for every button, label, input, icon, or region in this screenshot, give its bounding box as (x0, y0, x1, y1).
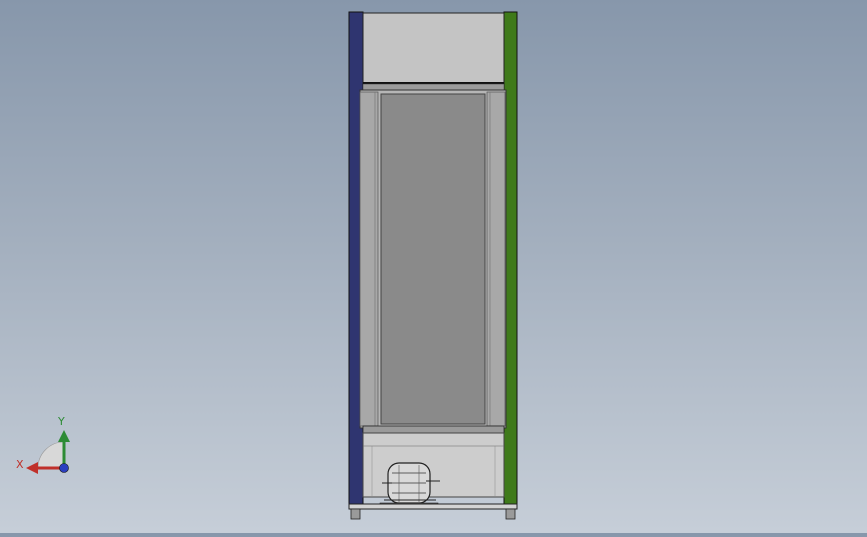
canopy-shadow-strip (362, 83, 505, 91)
left-foot (350, 508, 361, 520)
refrigerator-model[interactable] (348, 11, 518, 520)
right-foot (505, 508, 516, 520)
door-glass (380, 93, 486, 425)
cabinet-base-rail (348, 503, 518, 510)
compressor-bay (362, 432, 505, 498)
top-canopy-panel (362, 12, 505, 84)
door-bottom-rail (362, 425, 505, 434)
3d-viewport[interactable] (0, 0, 867, 533)
